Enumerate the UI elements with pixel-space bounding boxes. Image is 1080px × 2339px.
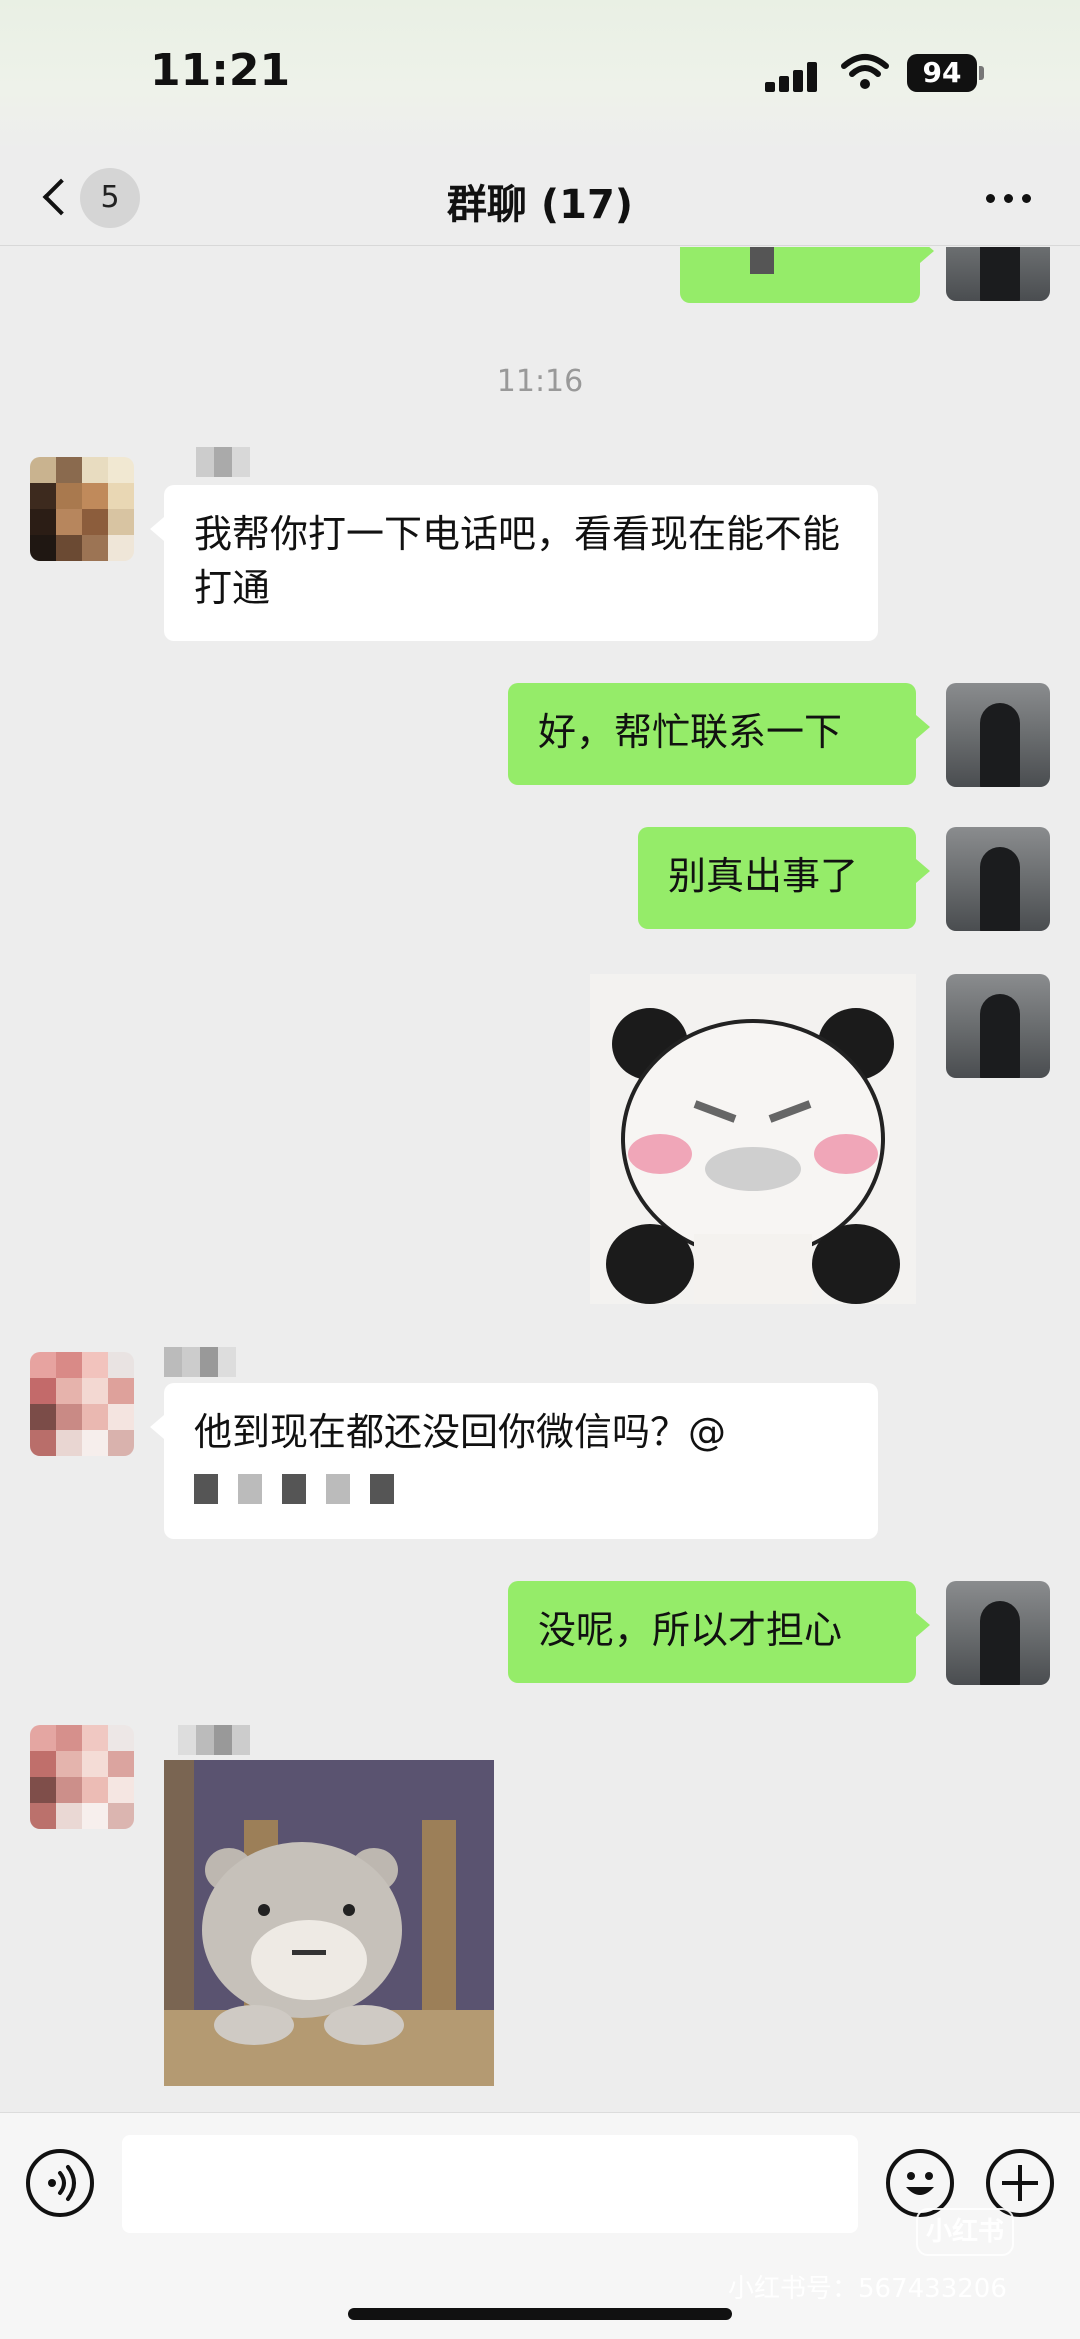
cellular-signal-icon xyxy=(765,62,825,92)
emoji-icon xyxy=(906,2172,934,2195)
message-timestamp: 11:16 xyxy=(496,364,584,399)
chat-title: 群聊 (17) xyxy=(446,182,634,228)
watermark-logo: 小红书 xyxy=(916,2208,1014,2256)
panda-sticker[interactable] xyxy=(590,974,916,1304)
avatar-other[interactable] xyxy=(30,1725,134,1829)
redacted-text xyxy=(282,1473,306,1504)
message-list[interactable]: 11:16 我帮你打一下电话吧，看看现在能不能打通 好，帮忙联系一下 别真出事了 xyxy=(0,247,1080,2112)
sender-name-redacted xyxy=(164,1347,236,1381)
redacted-text xyxy=(238,1473,262,1504)
panda-sticker-image xyxy=(606,1008,900,1304)
avatar-me[interactable] xyxy=(946,683,1050,787)
bear-sticker[interactable] xyxy=(164,1760,494,2086)
message-text: 我帮你打一下电话吧，看看现在能不能打通 xyxy=(194,512,841,610)
status-time: 11:21 xyxy=(150,45,291,96)
bear-sticker-image xyxy=(164,1760,494,2086)
emoji-button[interactable] xyxy=(886,2149,954,2217)
chat-header: 5 群聊 (17) xyxy=(0,150,1080,246)
avatar-me[interactable] xyxy=(946,247,1050,301)
message-bubble[interactable]: 没呢，所以才担心 xyxy=(508,1581,930,1683)
voice-button[interactable] xyxy=(26,2149,94,2217)
watermark-text: 小红书号：567433206 xyxy=(728,2274,1007,2304)
voice-icon xyxy=(48,2165,76,2201)
message-input[interactable] xyxy=(122,2135,858,2233)
plus-button[interactable] xyxy=(986,2149,1054,2217)
message-bubble[interactable]: 我帮你打一下电话吧，看看现在能不能打通 xyxy=(150,485,878,641)
more-icon xyxy=(1022,194,1031,203)
message-bubble[interactable]: 别真出事了 xyxy=(638,827,930,929)
home-indicator[interactable] xyxy=(348,2308,732,2320)
message-text: 没呢，所以才担心 xyxy=(538,1608,843,1652)
redacted-text xyxy=(194,1473,218,1504)
message-bubble[interactable]: 好，帮忙联系一下 xyxy=(508,683,930,785)
avatar-me[interactable] xyxy=(946,827,1050,931)
avatar-other[interactable] xyxy=(30,457,134,561)
sender-name-redacted xyxy=(196,447,250,481)
redacted-text xyxy=(370,1473,394,1504)
avatar-me[interactable] xyxy=(946,974,1050,1078)
more-icon xyxy=(1004,194,1013,203)
message-text: 别真出事了 xyxy=(668,854,859,898)
message-text: 他到现在都还没回你微信吗？@ xyxy=(194,1410,727,1454)
message-bubble[interactable]: 他到现在都还没回你微信吗？@ xyxy=(150,1383,878,1539)
avatar-other[interactable] xyxy=(30,1352,134,1456)
more-icon xyxy=(986,194,995,203)
sender-name-redacted xyxy=(178,1725,250,1759)
avatar-me[interactable] xyxy=(946,1581,1050,1685)
status-bar: 11:21 94 xyxy=(0,0,1080,150)
redacted-text xyxy=(750,247,774,274)
wifi-icon xyxy=(841,54,889,89)
more-button[interactable] xyxy=(980,180,1040,216)
battery-tip xyxy=(979,66,984,80)
message-bubble-partial[interactable] xyxy=(680,247,934,303)
battery-indicator: 94 xyxy=(907,54,977,92)
redacted-text xyxy=(326,1473,350,1504)
message-text: 好，帮忙联系一下 xyxy=(538,710,843,754)
